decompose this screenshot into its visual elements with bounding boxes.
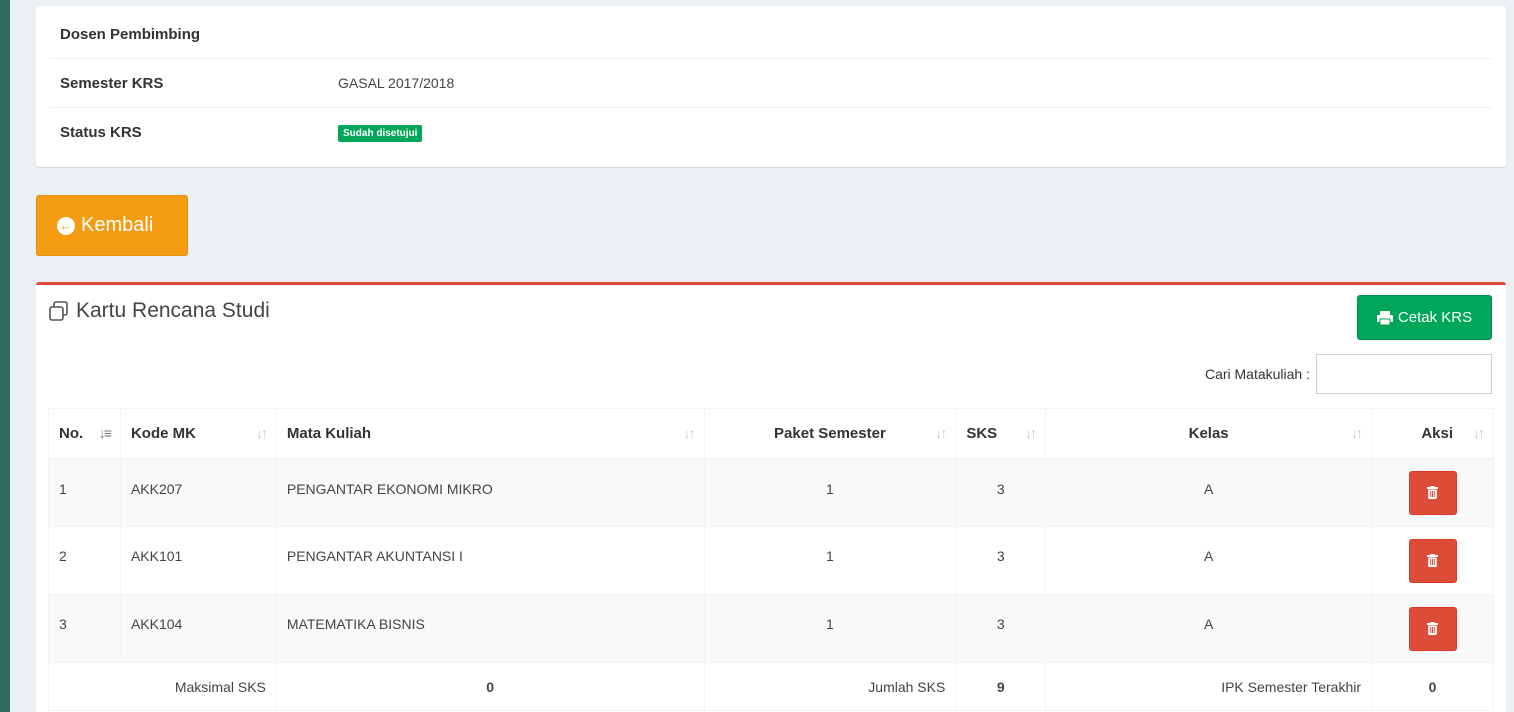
cell-mata-kuliah: PENGANTAR AKUNTANSI I [275, 526, 705, 595]
cell-kode: AKK104 [119, 594, 277, 663]
header-no[interactable]: No. ↓≡ [48, 408, 121, 460]
cell-kode: AKK207 [119, 458, 277, 527]
table-footer-row: Maksimal SKS 0 Jumlah SKS 9 IPK Semester… [48, 662, 1494, 711]
sort-icon: ↓↑ [935, 425, 947, 442]
header-aksi[interactable]: Aksi ↓↑ [1371, 408, 1494, 460]
print-icon [1376, 310, 1393, 325]
cell-kelas: A [1045, 458, 1372, 527]
footer-total-label: Jumlah SKS [703, 662, 957, 711]
sort-icon: ↓↑ [1473, 425, 1485, 442]
cell-kode: AKK101 [119, 526, 277, 595]
trash-icon [1427, 622, 1438, 635]
header-mata-kuliah[interactable]: Mata Kuliah ↓↑ [275, 408, 705, 460]
cell-no: 2 [48, 526, 121, 595]
trash-icon [1427, 486, 1438, 500]
back-button[interactable]: ← Kembali [36, 195, 188, 256]
header-kelas[interactable]: Kelas ↓↑ [1045, 408, 1372, 460]
search-input[interactable] [1316, 354, 1492, 394]
cell-no: 3 [48, 594, 121, 663]
info-label: Status KRS [60, 124, 142, 141]
info-value: GASAL 2017/2018 [338, 75, 455, 91]
cell-sks: 3 [955, 526, 1047, 595]
krs-table: No. ↓≡ Kode MK ↓↑ Mata Kuliah ↓↑ Paket Seme… [48, 408, 1494, 711]
arrow-circle-left-icon: ← [57, 216, 75, 235]
trash-icon [1427, 554, 1438, 567]
delete-button[interactable] [1408, 606, 1457, 651]
info-row-dosen: Dosen Pembimbing [50, 10, 1492, 59]
search-label: Cari Matakuliah : [1204, 366, 1310, 382]
cell-aksi [1371, 526, 1494, 595]
info-row-status: Status KRS Sudah disetujui [50, 108, 1492, 157]
search-area: Cari Matakuliah : [1205, 354, 1492, 394]
back-button-label: Kembali [81, 214, 154, 236]
cell-no: 1 [48, 458, 121, 527]
info-label: Semester KRS [60, 74, 164, 92]
info-value: Sudah disetujui [338, 123, 423, 142]
info-label: Dosen Pembimbing [60, 25, 201, 43]
cell-paket: 1 [703, 458, 957, 527]
table-row: 2 AKK101 PENGANTAR AKUNTANSI I 1 3 A [48, 526, 1494, 595]
panel-title: Kartu Rencana Studi [48, 299, 270, 323]
footer-ipk-value: 0 [1371, 662, 1494, 711]
delete-button[interactable] [1408, 470, 1457, 515]
table-header-row: No. ↓≡ Kode MK ↓↑ Mata Kuliah ↓↑ Paket Seme… [48, 408, 1494, 460]
cell-sks: 3 [955, 594, 1047, 663]
cell-mata-kuliah: PENGANTAR EKONOMI MIKRO [275, 458, 705, 527]
cell-mata-kuliah: MATEMATIKA BISNIS [275, 594, 705, 663]
cell-kelas: A [1045, 526, 1372, 595]
header-paket[interactable]: Paket Semester ↓↑ [703, 408, 957, 460]
copy-icon [49, 301, 68, 321]
header-sks[interactable]: SKS ↓↑ [955, 408, 1047, 460]
info-row-semester: Semester KRS GASAL 2017/2018 [50, 59, 1492, 108]
cell-aksi [1371, 458, 1494, 527]
cell-paket: 1 [703, 594, 957, 663]
header-kode[interactable]: Kode MK ↓↑ [119, 408, 277, 460]
print-krs-button[interactable]: Cetak KRS [1357, 295, 1492, 340]
footer-total-value: 9 [955, 662, 1047, 711]
cell-sks: 3 [955, 458, 1047, 527]
cell-kelas: A [1045, 594, 1372, 663]
panel-title-text: Kartu Rencana Studi [76, 299, 270, 322]
cell-paket: 1 [703, 526, 957, 595]
status-badge: Sudah disetujui [338, 125, 423, 142]
print-button-label: Cetak KRS [1397, 309, 1473, 326]
sort-icon: ↓↑ [1025, 425, 1037, 442]
student-info-box: Dosen Pembimbing Semester KRS GASAL 2017… [36, 6, 1506, 167]
footer-ipk-label: IPK Semester Terakhir [1045, 662, 1372, 711]
sort-icon: ↓↑ [255, 425, 268, 442]
krs-panel: Kartu Rencana Studi Cetak KRS Cari Matak… [36, 282, 1506, 712]
footer-max-value: 0 [275, 662, 705, 711]
cell-aksi [1371, 594, 1494, 663]
table-row: 1 AKK207 PENGANTAR EKONOMI MIKRO 1 3 A [48, 458, 1494, 527]
sort-icon: ↓↑ [683, 425, 696, 442]
sort-asc-icon: ↓≡ [98, 425, 112, 442]
footer-max-label: Maksimal SKS [48, 662, 277, 711]
table-row: 3 AKK104 MATEMATIKA BISNIS 1 3 A [48, 594, 1494, 663]
content-area: Dosen Pembimbing Semester KRS GASAL 2017… [10, 0, 1514, 712]
delete-button[interactable] [1408, 538, 1457, 583]
sort-icon: ↓↑ [1351, 425, 1363, 442]
